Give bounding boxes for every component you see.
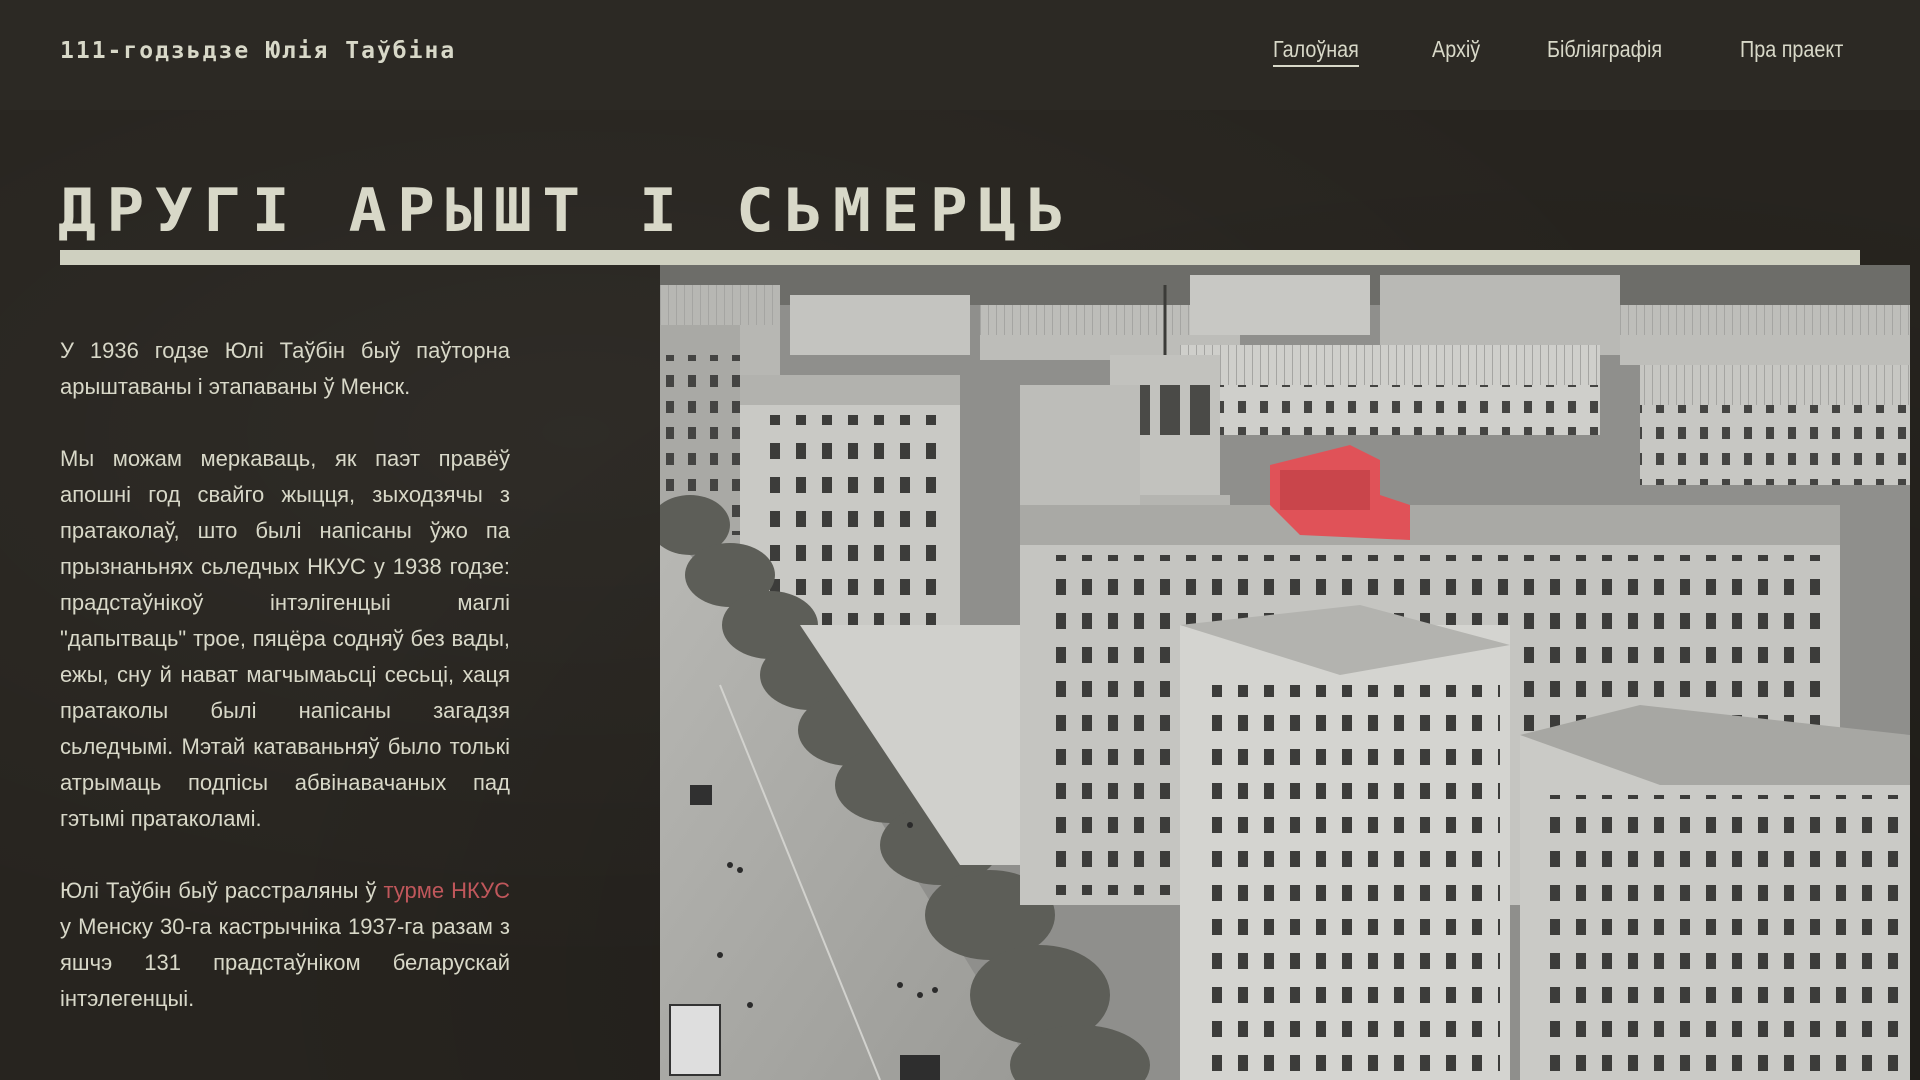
- main-nav: Галоўная Архіў Бібліяграфія Пра праект: [1273, 36, 1860, 67]
- nav-item-archive[interactable]: Архіў: [1432, 36, 1480, 67]
- paragraph-arrest: У 1936 годзе Юлі Таўбін быў паўторна ары…: [60, 338, 510, 399]
- nav-item-home[interactable]: Галоўная: [1273, 36, 1360, 67]
- nav-item-bibliography[interactable]: Бібліяграфія: [1547, 36, 1662, 67]
- site-header: 111-годзьдзе Юлія Таўбіна Галоўная Архіў…: [0, 0, 1920, 110]
- paragraph-execution-end: у Менску 30-га кастрычніка 1937-га разам…: [60, 914, 510, 1011]
- article-text: У 1936 годзе Юлі Таўбін быў паўторна ары…: [60, 333, 510, 1053]
- paragraph-execution: Юлі Таўбін быў расстраляны ў турме НКУС …: [60, 873, 510, 1017]
- paragraph-execution-start: Юлі Таўбін быў расстраляны ў: [60, 878, 384, 903]
- page-title: ДРУГІ АРЫШТ І СЬМЕРЦЬ: [58, 176, 1076, 246]
- nav-item-about[interactable]: Пра праект: [1740, 36, 1843, 67]
- city-aerial-photo: [660, 265, 1910, 1080]
- paragraph-interrogations: Мы можам меркаваць, як паэт правёў апошн…: [60, 446, 510, 831]
- nkvd-prison-link[interactable]: турме НКУС: [383, 878, 510, 903]
- title-divider: [60, 250, 1860, 265]
- site-title-link[interactable]: 111-годзьдзе Юлія Таўбіна: [60, 38, 456, 64]
